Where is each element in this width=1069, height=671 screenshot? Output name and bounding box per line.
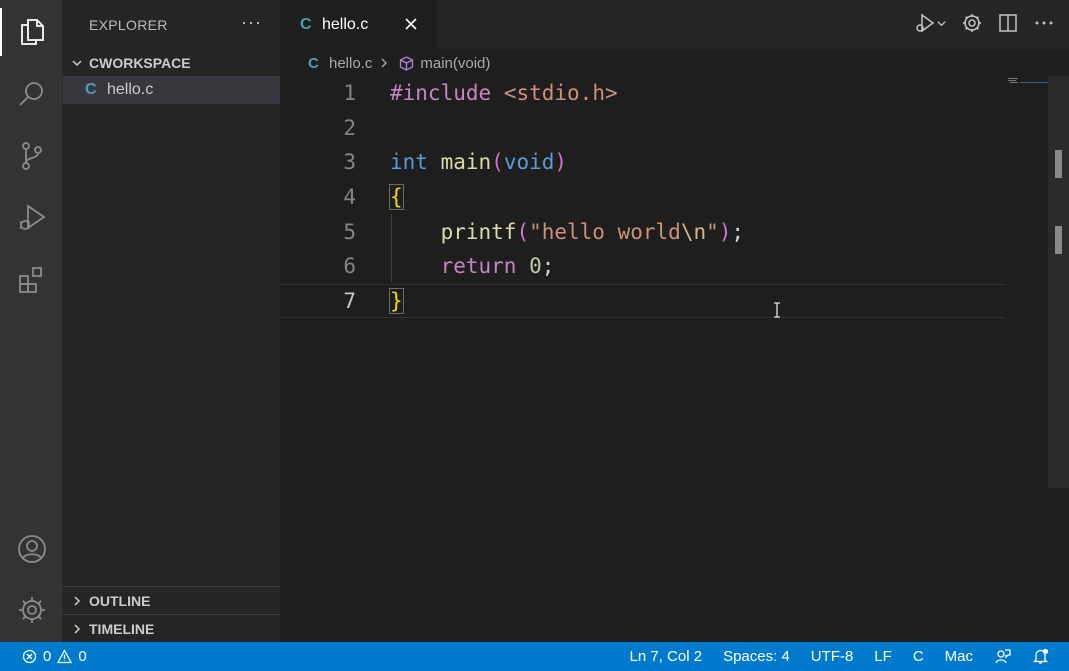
tab-hello-c[interactable]: C hello.c <box>280 0 438 50</box>
editor-tab-bar: C hello.c <box>280 0 1069 50</box>
problems-indicator[interactable]: 0 0 <box>0 648 87 665</box>
symbol-method-icon <box>400 55 414 71</box>
line-number: 4 <box>343 185 356 210</box>
platform[interactable]: Mac <box>945 648 973 665</box>
run-debug-icon <box>19 204 46 230</box>
code-line: 1 #include <stdio.h> <box>280 76 1005 111</box>
close-icon[interactable] <box>402 15 420 33</box>
line-text: } <box>389 287 404 314</box>
language-mode[interactable]: C <box>913 648 924 665</box>
extensions-button[interactable] <box>0 252 63 308</box>
line-number: 5 <box>343 219 356 244</box>
source-control-icon <box>21 142 42 170</box>
indentation[interactable]: Spaces: 4 <box>723 648 790 665</box>
c-file-icon: C <box>85 81 97 98</box>
error-count: 0 <box>43 648 52 665</box>
search-icon <box>18 82 43 106</box>
scrollbar-thumb[interactable] <box>1055 150 1062 178</box>
accounts-button[interactable] <box>0 521 63 577</box>
error-icon <box>22 649 37 664</box>
code-line: 6 return 0; <box>280 249 1005 284</box>
notifications-bell-icon[interactable] <box>1032 648 1049 665</box>
line-number: 6 <box>343 254 356 279</box>
matching-brace: } <box>389 287 404 314</box>
timeline-section-header[interactable]: TIMELINE <box>63 614 280 642</box>
search-button[interactable] <box>0 66 63 122</box>
code-editor[interactable]: 1 #include <stdio.h> 2 3 int main(void) … <box>280 76 1045 642</box>
scrollbar-marker <box>1055 226 1062 254</box>
editor-actions <box>914 12 1055 34</box>
line-number: 7 <box>343 288 356 313</box>
explorer-sidebar: EXPLORER ··· CWORKSPACE C hello.c OUTLIN… <box>63 0 280 642</box>
minimap[interactable] <box>1008 78 1048 84</box>
status-bar: 0 0 Ln 7, Col 2 Spaces: 4 UTF-8 LF C Mac <box>0 642 1069 671</box>
code-line: 5 printf("hello world\n"); <box>280 214 1005 249</box>
line-number: 3 <box>343 150 356 175</box>
breadcrumb-file[interactable]: hello.c <box>329 55 372 72</box>
code-line-current: 7 } <box>280 283 1005 319</box>
status-bar-right: Ln 7, Col 2 Spaces: 4 UTF-8 LF C Mac <box>630 642 1049 671</box>
chevron-right-icon <box>378 57 390 69</box>
encoding[interactable]: UTF-8 <box>811 648 854 665</box>
indent-guide <box>391 214 392 282</box>
chevron-right-icon <box>69 621 85 637</box>
run-debug-dropdown[interactable] <box>914 12 947 34</box>
chevron-down-icon <box>937 20 946 26</box>
more-actions-button[interactable]: ··· <box>241 12 262 33</box>
line-text: return 0; <box>440 254 555 279</box>
warning-icon <box>57 649 73 664</box>
activity-bar <box>0 0 63 642</box>
file-name: hello.c <box>107 81 154 98</box>
matching-brace: { <box>389 184 404 211</box>
extensions-icon <box>18 267 42 293</box>
cursor-position[interactable]: Ln 7, Col 2 <box>630 648 703 665</box>
sidebar-header: EXPLORER ··· <box>63 0 280 50</box>
c-file-icon: C <box>308 54 319 72</box>
text-cursor-icon <box>774 302 780 318</box>
code-line: 3 int main(void) <box>280 145 1005 180</box>
line-number: 1 <box>343 81 356 106</box>
code-line: 4 { <box>280 180 1005 215</box>
line-text: printf("hello world\n"); <box>440 219 745 244</box>
breadcrumb-symbol[interactable]: main(void) <box>420 55 490 72</box>
manage-button[interactable] <box>0 582 63 638</box>
split-editor-icon[interactable] <box>997 12 1019 34</box>
timeline-label: TIMELINE <box>89 620 155 637</box>
workspace-section-header[interactable]: CWORKSPACE <box>63 50 280 76</box>
chevron-down-icon <box>69 55 85 71</box>
outline-label: OUTLINE <box>89 592 151 609</box>
workspace-name: CWORKSPACE <box>89 55 191 71</box>
run-debug-icon <box>916 13 935 33</box>
line-text: #include <stdio.h> <box>390 81 618 106</box>
explorer-button[interactable] <box>0 4 63 60</box>
account-icon <box>17 535 46 563</box>
more-icon[interactable] <box>1033 12 1055 34</box>
line-number: 2 <box>343 115 356 140</box>
line-text: { <box>389 184 404 211</box>
end-of-line[interactable]: LF <box>874 648 892 665</box>
run-debug-button[interactable] <box>0 190 63 246</box>
breadcrumb: C hello.c main(void) <box>280 50 1069 76</box>
line-text: int main(void) <box>390 150 568 175</box>
feedback-icon[interactable] <box>994 648 1011 665</box>
tab-label: hello.c <box>322 16 369 33</box>
warning-count: 0 <box>78 648 87 665</box>
sidebar-title: EXPLORER <box>89 17 168 33</box>
chevron-right-icon <box>69 593 85 609</box>
source-control-button[interactable] <box>0 128 63 184</box>
vertical-scrollbar[interactable] <box>1048 76 1069 488</box>
gear-icon <box>18 597 45 623</box>
outline-section-header[interactable]: OUTLINE <box>63 586 280 614</box>
c-file-icon: C <box>300 16 312 33</box>
files-icon <box>20 19 44 45</box>
file-tree-item[interactable]: C hello.c <box>63 76 280 104</box>
gear-icon[interactable] <box>961 12 983 34</box>
code-line: 2 <box>280 111 1005 146</box>
